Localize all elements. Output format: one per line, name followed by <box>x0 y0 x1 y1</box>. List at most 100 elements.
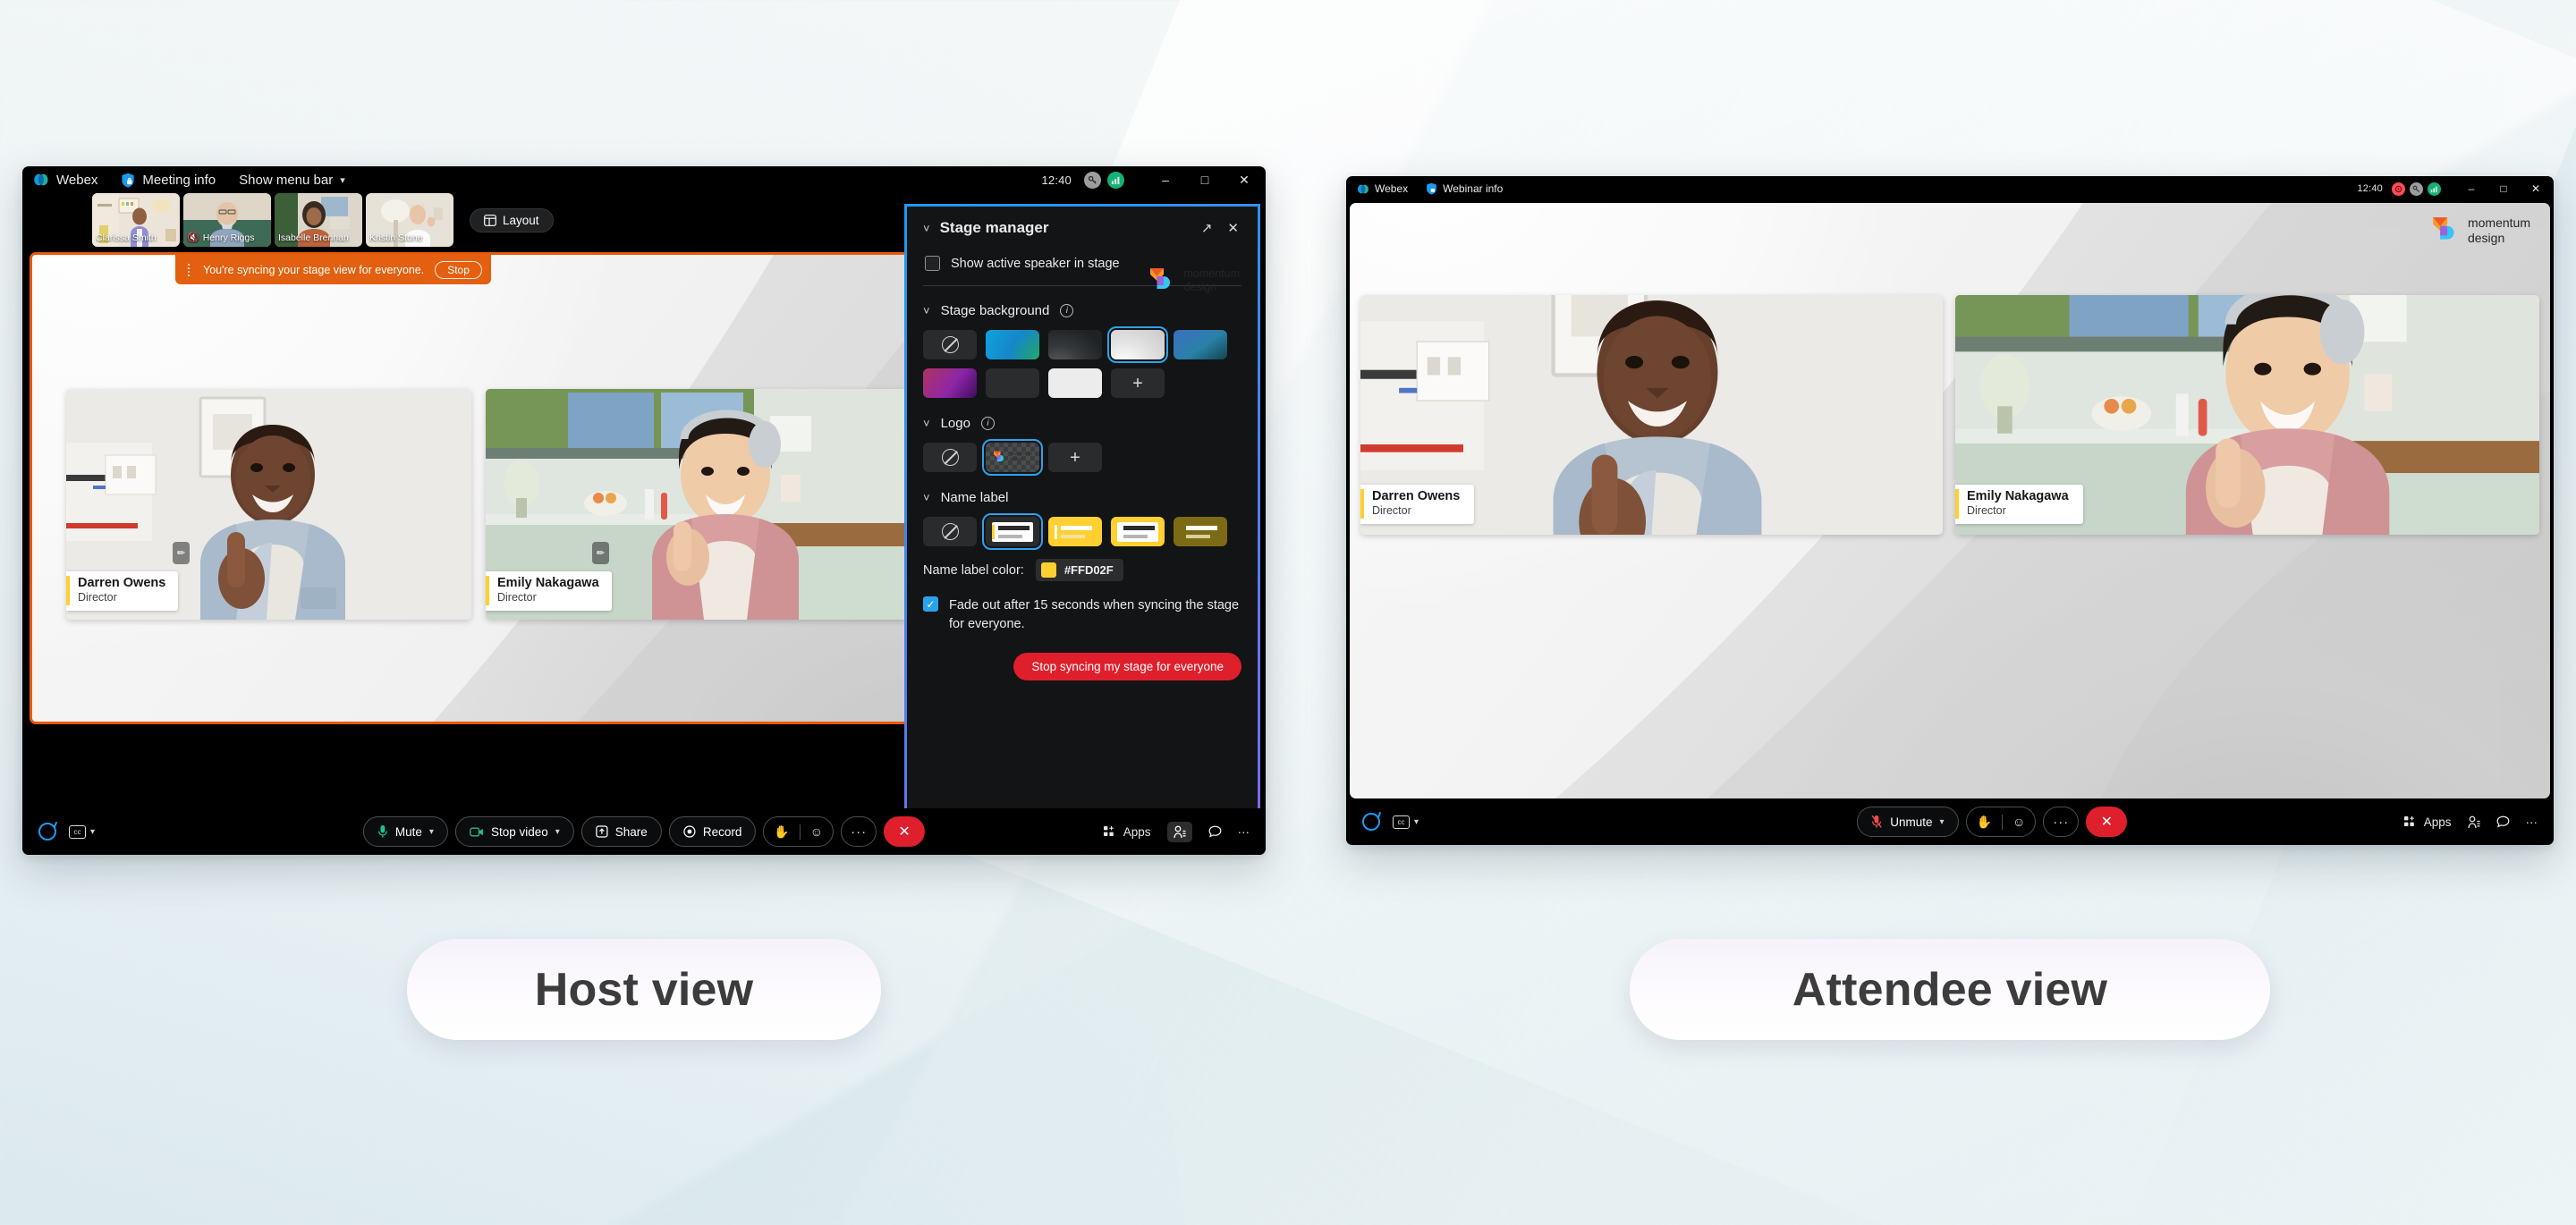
close-button[interactable]: ✕ <box>2520 176 2552 201</box>
closed-captions-control[interactable]: cc ▾ <box>69 824 95 839</box>
chat-button[interactable] <box>2496 815 2510 828</box>
namelabel-swatch-olive[interactable] <box>1174 517 1227 546</box>
webinar-info-item[interactable]: Webinar info <box>1426 182 1503 195</box>
stage-background-section-header[interactable]: ˅ Stage background i <box>923 303 1241 318</box>
namelabel-swatch-white-yellow-border[interactable] <box>1111 517 1165 546</box>
minimize-button[interactable]: – <box>1146 166 1185 193</box>
maximize-button[interactable]: □ <box>1185 166 1224 193</box>
filmstrip-thumb[interactable]: Kristin Stone <box>366 193 453 247</box>
key-icon[interactable] <box>2410 182 2423 196</box>
layout-button[interactable]: Layout <box>470 207 554 232</box>
namelabel-swatch-white-yellow-bar[interactable] <box>981 512 1044 551</box>
meeting-info-label: Meeting info <box>142 172 216 188</box>
closed-captions-control[interactable]: cc ▾ <box>1393 815 1419 829</box>
key-icon[interactable] <box>1084 171 1101 189</box>
leave-meeting-button[interactable]: ✕ <box>2086 807 2128 837</box>
drag-handle-icon[interactable] <box>188 263 191 276</box>
participants-button[interactable] <box>2467 815 2480 829</box>
close-button[interactable]: ✕ <box>1224 166 1264 193</box>
emoji-reaction-icon[interactable]: ☺ <box>2003 815 2035 829</box>
namelabel-swatch-yellow[interactable] <box>1048 517 1102 546</box>
bg-swatch-white[interactable] <box>1048 368 1102 398</box>
stop-syncing-button[interactable]: Stop syncing my stage for everyone <box>1013 653 1241 681</box>
stage-tile[interactable]: Darren Owens Director <box>1360 295 1943 535</box>
signal-icon[interactable] <box>1107 171 1124 189</box>
name-label-section-header[interactable]: ˅ Name label <box>923 490 1241 505</box>
close-icon[interactable]: ✕ <box>1224 220 1241 236</box>
more-options-button[interactable]: ··· <box>2043 807 2080 837</box>
minimize-button[interactable]: – <box>2455 176 2487 201</box>
show-menu-bar-item[interactable]: Show menu bar ▾ <box>239 173 345 188</box>
maximize-button[interactable]: □ <box>2487 176 2520 201</box>
record-icon[interactable] <box>2392 182 2405 196</box>
chevron-down-icon[interactable]: ˅ <box>923 417 930 430</box>
annotate-pen-icon[interactable]: ✏ <box>173 542 190 564</box>
name-card-name: Emily Nakagawa <box>1967 488 2069 503</box>
more-button[interactable]: ··· <box>1238 825 1250 839</box>
stage-name-card: Darren Owens Director <box>1360 484 1475 524</box>
fade-out-label: Fade out after 15 seconds when syncing t… <box>949 598 1240 631</box>
end-meeting-button[interactable]: ✕ <box>884 816 926 847</box>
bg-swatch-none[interactable] <box>923 330 977 359</box>
apps-button[interactable]: Apps <box>1103 825 1151 839</box>
chevron-down-icon[interactable]: ▾ <box>1940 817 1945 827</box>
bg-swatch-dark-gray[interactable] <box>986 368 1039 398</box>
stage-tile[interactable]: ✏ Emily Nakagawa Director <box>486 389 907 620</box>
info-icon[interactable]: i <box>1060 304 1074 317</box>
filmstrip-thumb[interactable]: Isabelle Brennan <box>275 193 362 247</box>
namelabel-swatch-none[interactable] <box>923 517 977 546</box>
annotate-pen-icon[interactable]: ✏ <box>592 542 609 564</box>
fade-out-checkbox[interactable]: ✓ <box>923 596 938 612</box>
raise-hand-icon[interactable]: ✋ <box>764 824 799 840</box>
info-icon[interactable]: i <box>980 417 995 430</box>
more-button[interactable]: ··· <box>2526 815 2538 829</box>
chevron-down-icon[interactable]: ▾ <box>429 827 434 837</box>
bg-swatch-magenta-purple[interactable] <box>923 368 977 398</box>
filmstrip-thumb[interactable]: Clarissa Smith <box>92 193 180 247</box>
logo-swatch-add[interactable]: + <box>1048 443 1102 472</box>
participants-button[interactable] <box>1166 821 1192 842</box>
more-options-button[interactable]: ··· <box>841 816 877 847</box>
meeting-info-item[interactable]: Meeting info <box>121 173 216 188</box>
webex-assistant-icon[interactable] <box>38 823 56 841</box>
name-label-color-chip[interactable]: #FFD02F <box>1035 559 1123 581</box>
signal-icon[interactable] <box>2428 182 2441 196</box>
stage-tile[interactable]: ✏ Darren Owens Director <box>66 389 471 620</box>
mute-button[interactable]: Mute ▾ <box>362 816 448 847</box>
bg-swatch-dark-swirl[interactable] <box>1048 330 1102 359</box>
logo-swatch-momentum-design[interactable]: momentum design <box>981 438 1044 477</box>
webex-app-badge[interactable]: Webex <box>1357 182 1408 195</box>
webinar-info-label: Webinar info <box>1443 182 1504 195</box>
webex-app-badge[interactable]: Webex <box>33 173 97 188</box>
bg-swatch-teal-blue[interactable] <box>1174 330 1227 359</box>
filmstrip-thumb[interactable]: 🔇 Henry Riggs <box>183 193 271 247</box>
chevron-down-icon[interactable]: ˅ <box>923 491 930 504</box>
chevron-down-icon[interactable]: ▾ <box>555 827 560 837</box>
chevron-down-icon[interactable]: ˅ <box>923 222 930 235</box>
raise-hand-icon[interactable]: ✋ <box>1967 815 2002 830</box>
logo-section-header[interactable]: ˅ Logo i <box>923 416 1241 431</box>
no-name-label-icon <box>941 523 959 540</box>
chat-icon <box>1208 825 1221 838</box>
show-active-speaker-checkbox[interactable] <box>925 256 940 271</box>
fade-out-row[interactable]: ✓ Fade out after 15 seconds when syncing… <box>923 596 1241 633</box>
chat-button[interactable] <box>1208 825 1222 838</box>
bg-swatch-add[interactable]: + <box>1111 368 1165 398</box>
stop-video-button[interactable]: Stop video ▾ <box>454 816 574 847</box>
webex-assistant-icon[interactable] <box>1362 813 1380 831</box>
attendee-control-bar: cc ▾ Unmute ▾ ✋ ☺ ··· ✕ Apps ··· <box>1346 798 2554 845</box>
sync-stop-button[interactable]: Stop <box>435 260 482 279</box>
record-button[interactable]: Record <box>668 816 757 847</box>
attendee-clock: 12:40 <box>2357 183 2383 194</box>
chevron-down-icon[interactable]: ˅ <box>923 304 930 317</box>
popout-icon[interactable]: ↗ <box>1199 220 1216 236</box>
stage-tile[interactable]: Emily Nakagawa Director <box>1955 295 2539 535</box>
bg-swatch-blue-green[interactable] <box>986 330 1039 359</box>
logo-swatch-none[interactable] <box>923 443 977 472</box>
emoji-reaction-icon[interactable]: ☺ <box>801 824 833 839</box>
name-label-color-label: Name label color: <box>923 562 1024 578</box>
bg-swatch-light-swirl[interactable] <box>1106 325 1169 364</box>
unmute-button[interactable]: Unmute ▾ <box>1857 807 1959 837</box>
apps-button[interactable]: Apps <box>2403 815 2452 829</box>
share-button[interactable]: Share <box>580 816 662 847</box>
